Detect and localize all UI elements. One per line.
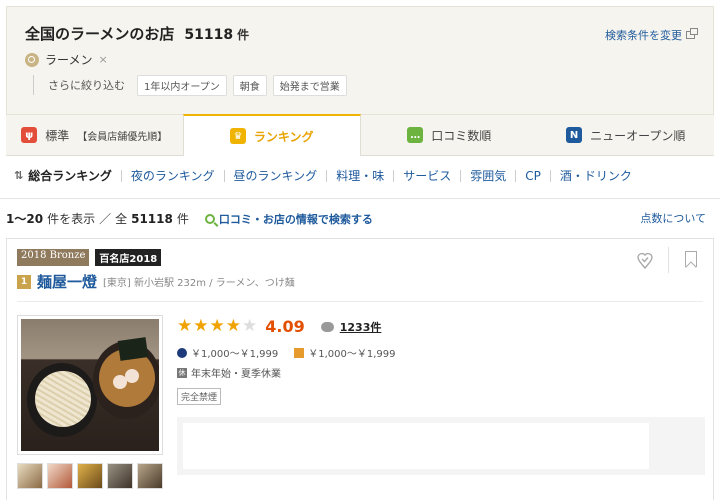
pr-comment-box [177, 417, 705, 475]
external-window-icon [686, 28, 698, 39]
tab-label: ニューオープン順 [590, 128, 686, 143]
rating-row: ★ ★ ★ ★ ★ 4.09 1233件 [177, 317, 381, 336]
keyword-row: ラーメン × [25, 51, 108, 68]
star-icon: ★ [193, 316, 209, 336]
result-total-unit: 件 [176, 212, 189, 226]
restaurant-area: [東京] 新小岩駅 232m / ラーメン、つけ麺 [103, 278, 295, 289]
sort-tabs: ψ 標準 【会員店舗優先順】 ♛ ランキング … 口コミ数順 N ニューオープン… [6, 114, 714, 156]
star-icon: ★ [209, 316, 225, 336]
photo-thumbnail[interactable] [17, 463, 43, 489]
holiday-text: 年末年始・夏季休業 [191, 369, 281, 380]
noodles [35, 371, 91, 427]
search-reviews-label: 口コミ・お店の情報で検索する [218, 212, 373, 226]
refine-chip[interactable]: 朝食 [232, 74, 267, 96]
title-row: 全国のラーメンのお店 51118 件 [25, 23, 249, 44]
subnav-drinks[interactable]: 酒・ドリンク [549, 170, 641, 182]
star-icon: ★ [242, 316, 258, 336]
bookmark-icon[interactable] [685, 251, 697, 267]
refine-chip[interactable]: 1年以内オープン [137, 74, 227, 96]
pr-comment-body [183, 423, 649, 469]
result-total: 51118 [131, 211, 173, 226]
tab-new-open[interactable]: N ニューオープン順 [537, 114, 714, 155]
name-row: 1 麺屋一燈 [東京] 新小岩駅 232m / ラーメン、つけ麺 [17, 271, 295, 292]
subnav-food[interactable]: 料理・味 [326, 170, 393, 182]
result-count: 51118 [184, 27, 234, 43]
search-reviews-link[interactable]: 口コミ・お店の情報で検索する [204, 211, 373, 227]
no-smoking-tag: 完全禁煙 [177, 388, 222, 405]
tab-label: 口コミ数順 [431, 128, 492, 143]
magnifier-icon [204, 213, 215, 224]
budget-row: ￥1,000～￥1,999 ￥1,000～￥1,999 [177, 345, 396, 360]
photo-thumbnail[interactable] [137, 463, 163, 489]
holiday-icon: 休 [177, 367, 187, 378]
star-icon: ★ [177, 316, 193, 336]
photo-thumbnail[interactable] [107, 463, 133, 489]
result-total-prefix: 全 [115, 212, 128, 226]
budget-lunch: ￥1,000～￥1,999 [308, 349, 396, 360]
sun-icon [294, 347, 305, 358]
save-heart-icon[interactable] [637, 251, 653, 270]
comment-icon: … [407, 127, 424, 143]
keyword-tag: ラーメン [45, 53, 93, 67]
star-icon: ★ [225, 316, 241, 336]
bronze-badge[interactable]: 2018 Bronze [17, 249, 90, 266]
tab-sublabel: 【会員店舗優先順】 [77, 131, 168, 143]
tsukemen-photo [21, 319, 159, 451]
main-photo[interactable] [17, 315, 163, 455]
search-icon [25, 52, 39, 67]
tab-label: 標準 [45, 128, 70, 143]
meatball [125, 369, 139, 383]
moon-icon [177, 347, 187, 358]
divider [668, 247, 669, 273]
review-bubble-icon [320, 321, 334, 332]
page-title: 全国のラーメンのお店 [25, 25, 175, 43]
divider [17, 301, 703, 302]
photo-thumbnails [17, 463, 163, 489]
refine-label: さらに絞り込む [48, 79, 125, 92]
search-header: 全国のラーメンのお店 51118 件 検索条件を変更 ラーメン × さらに絞り込… [6, 6, 714, 114]
result-separator: ／ [99, 212, 112, 226]
rating-score: 4.09 [265, 317, 305, 336]
subnav-label: 総合ランキング [28, 169, 112, 183]
result-range-suffix: 件を表示 [47, 212, 96, 226]
subnav-night[interactable]: 夜のランキング [120, 170, 224, 182]
subnav-service[interactable]: サービス [393, 170, 460, 182]
ranking-subnav: ⇅ 総合ランキング 夜のランキング 昼のランキング 料理・味 サービス 雰囲気 … [14, 170, 641, 182]
nori [117, 337, 149, 361]
divider [0, 198, 720, 199]
refine-row: さらに絞り込む 1年以内オープン 朝食 始発まで営業 [33, 74, 347, 96]
result-summary: 1～20 件を表示 ／ 全 51118 件 口コミ・お店の情報で検索する [6, 210, 373, 227]
budget-dinner: ￥1,000～￥1,999 [191, 349, 279, 360]
tab-review-count[interactable]: … 口コミ数順 [361, 114, 538, 155]
remove-keyword-button[interactable]: × [99, 53, 108, 66]
star-rating: ★ ★ ★ ★ ★ [177, 318, 257, 335]
score-about-link[interactable]: 点数について [640, 210, 706, 226]
review-count-link[interactable]: 1233件 [340, 319, 382, 335]
award-badges: 2018 Bronze 百名店2018 [17, 249, 162, 266]
photo-thumbnail[interactable] [77, 463, 103, 489]
sort-icon: ⇅ [14, 169, 24, 182]
result-count-unit: 件 [237, 28, 250, 42]
subnav-cp[interactable]: CP [515, 170, 550, 182]
subnav-overall[interactable]: ⇅ 総合ランキング [14, 169, 121, 183]
holiday-row: 休 年末年始・夏季休業 [177, 365, 281, 380]
restaurant-name[interactable]: 麺屋一燈 [37, 271, 97, 292]
rank-medal-icon: 1 [17, 274, 31, 289]
subnav-lunch[interactable]: 昼のランキング [223, 170, 327, 182]
crown-icon: ♛ [229, 128, 246, 144]
subnav-atmosphere[interactable]: 雰囲気 [460, 170, 515, 182]
change-search-link[interactable]: 検索条件を変更 [605, 27, 698, 43]
refine-chip[interactable]: 始発まで営業 [272, 74, 347, 96]
photo-thumbnail[interactable] [47, 463, 73, 489]
tab-label: ランキング [253, 129, 314, 144]
tab-standard[interactable]: ψ 標準 【会員店舗優先順】 [6, 114, 183, 155]
result-range: 1～20 [6, 212, 44, 226]
restaurant-card: 2018 Bronze 百名店2018 1 麺屋一燈 [東京] 新小岩駅 232… [6, 238, 714, 500]
hyakumeiten-badge[interactable]: 百名店2018 [95, 249, 162, 266]
change-search-label: 検索条件を変更 [605, 29, 682, 42]
tab-ranking[interactable]: ♛ ランキング [182, 114, 361, 156]
utensils-icon: ψ [21, 127, 38, 143]
new-icon: N [566, 127, 583, 143]
